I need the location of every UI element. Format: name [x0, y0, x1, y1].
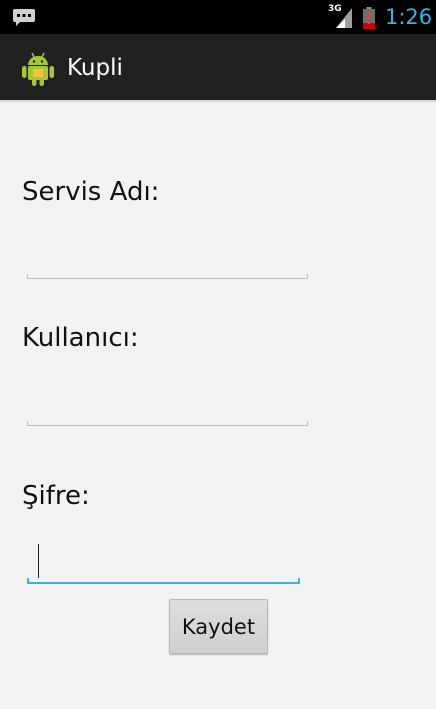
username-input[interactable] [27, 410, 308, 426]
service-name-input[interactable] [27, 263, 308, 279]
action-bar: Kupli [0, 34, 436, 100]
status-time: 1:26 [385, 5, 433, 29]
service-name-label: Servis Adı: [22, 177, 160, 207]
status-bar: 3G 1:26 [0, 0, 436, 34]
app-title: Kupli [67, 55, 123, 81]
password-label: Şifre: [22, 481, 90, 511]
username-label: Kullanıcı: [22, 323, 139, 353]
password-input[interactable] [27, 544, 300, 584]
cell-signal-icon: 3G [328, 4, 356, 30]
text-cursor [38, 544, 39, 578]
battery-low-icon [363, 7, 375, 29]
action-bar-shadow [0, 100, 436, 103]
notification-message-icon [12, 8, 36, 26]
save-button[interactable]: Kaydet [169, 599, 268, 654]
android-robot-icon [21, 51, 55, 87]
